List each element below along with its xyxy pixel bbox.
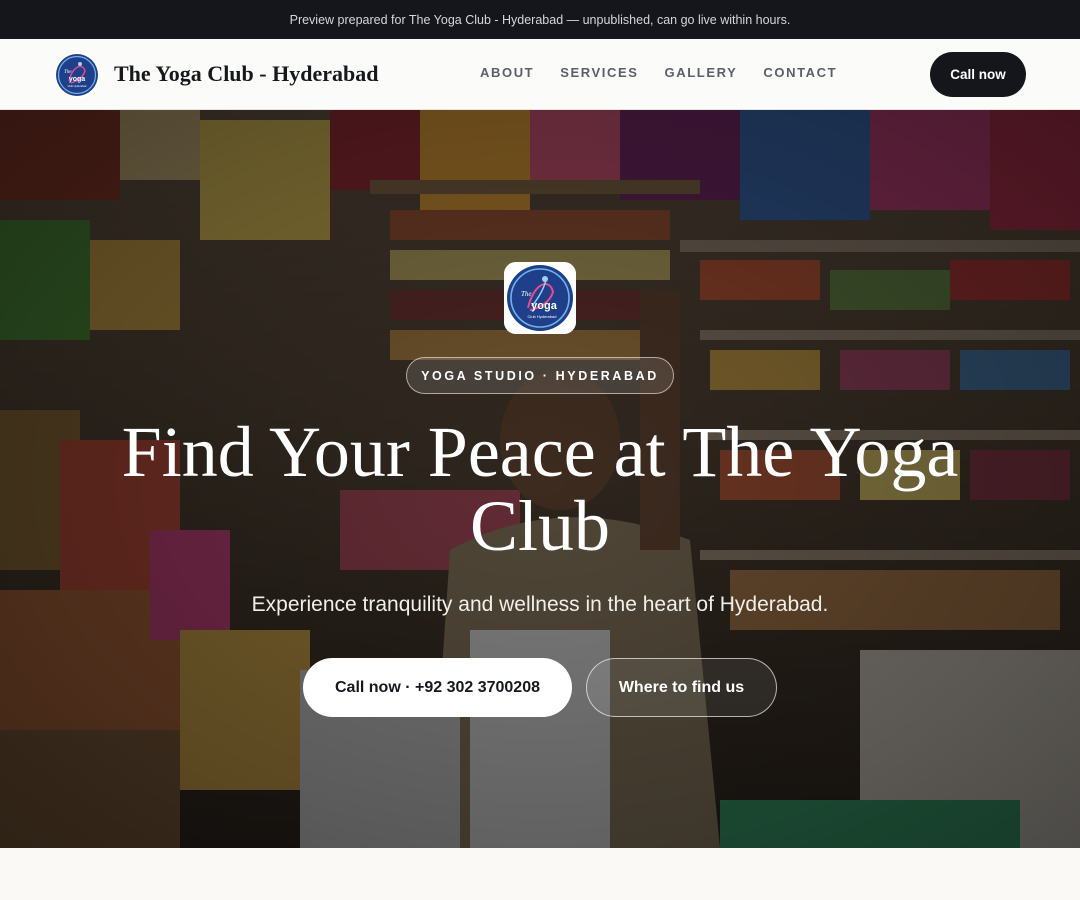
site-header: The yoga Club Hyderabad The Yoga Club - … <box>0 39 1080 110</box>
hero-call-button[interactable]: Call now · +92 302 3700208 <box>303 658 572 717</box>
hero-logo-yoga-text: yoga <box>531 300 558 312</box>
hero-title: Find Your Peace at The Yoga Club <box>121 412 959 566</box>
announcement-text: Preview prepared for The Yoga Club - Hyd… <box>289 12 791 27</box>
nav-gallery-link[interactable]: GALLERY <box>665 65 738 80</box>
hero-badge: YOGA STUDIO · HYDERABAD <box>406 357 674 394</box>
nav-about-link[interactable]: ABOUT <box>480 65 534 80</box>
hero-section: The yoga Club Hyderabad YOGA STUDIO · HY… <box>0 110 1080 848</box>
brand-name[interactable]: The Yoga Club - Hyderabad <box>114 61 378 87</box>
logo-yoga-text: yoga <box>69 76 85 83</box>
logo-the-text: The <box>64 70 72 75</box>
main-nav: ABOUT SERVICES GALLERY CONTACT <box>480 65 837 80</box>
hero-logo-icon: The yoga Club Hyderabad <box>504 262 576 334</box>
header-call-now-button[interactable]: Call now <box>930 52 1026 97</box>
nav-contact-link[interactable]: CONTACT <box>763 65 837 80</box>
hero-logo-club-text: Club Hyderabad <box>528 314 557 319</box>
announcement-bar: Preview prepared for The Yoga Club - Hyd… <box>0 0 1080 39</box>
yoga-club-logo-icon[interactable]: The yoga Club Hyderabad <box>53 51 101 99</box>
hero-logo-the-text: The <box>521 290 532 298</box>
logo-club-text: Club Hyderabad <box>68 84 87 88</box>
hero-find-us-button[interactable]: Where to find us <box>586 658 777 717</box>
nav-services-link[interactable]: SERVICES <box>560 65 638 80</box>
hero-subtitle: Experience tranquility and wellness in t… <box>251 593 829 616</box>
